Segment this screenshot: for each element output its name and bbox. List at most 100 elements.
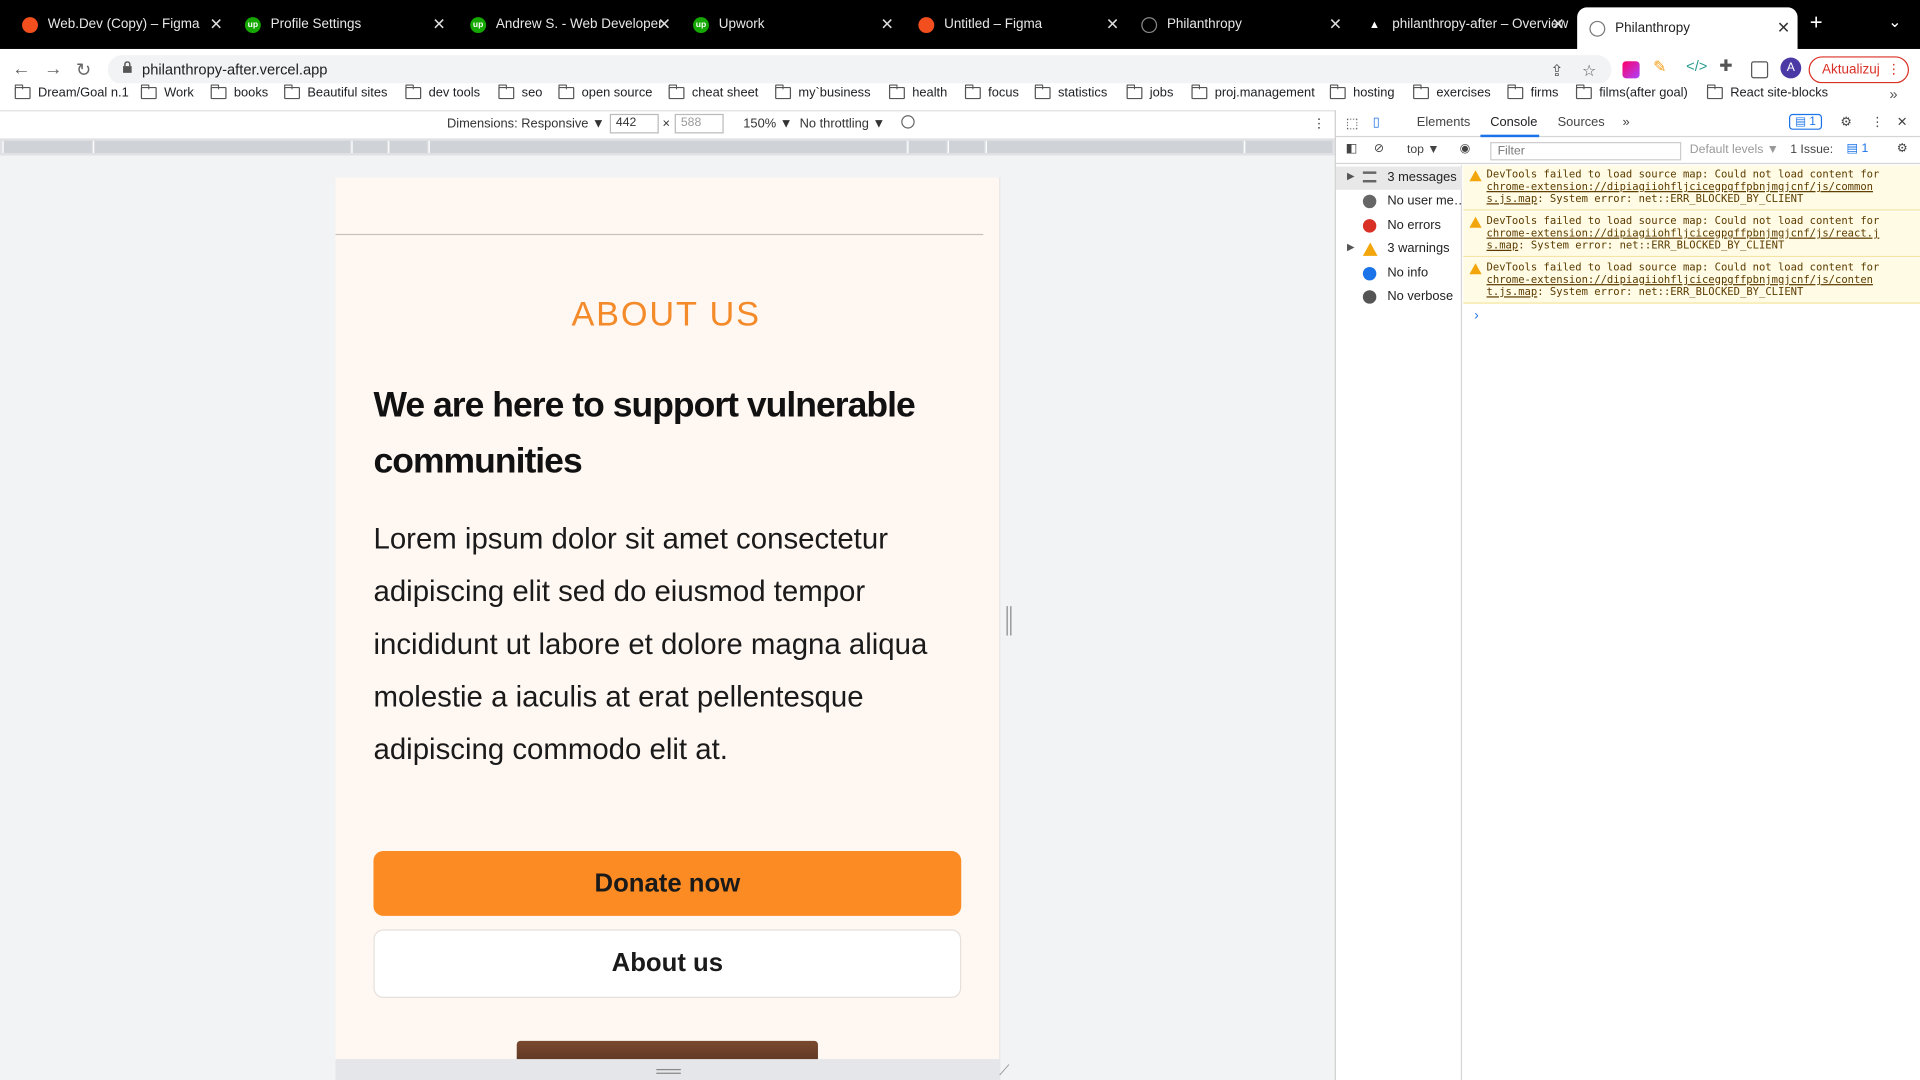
- tab-philanthropy-1[interactable]: Philanthropy ✕: [1129, 9, 1349, 41]
- context-dropdown[interactable]: top ▼: [1407, 143, 1440, 156]
- gear-icon[interactable]: ⚙: [1897, 142, 1908, 155]
- media-query-segment[interactable]: [93, 140, 351, 154]
- tab-andrew-upwork[interactable]: up Andrew S. - Web Developer ✕: [458, 9, 678, 41]
- inspect-icon[interactable]: ⬚: [1346, 115, 1359, 131]
- media-query-segment[interactable]: [985, 140, 1243, 154]
- bookmark-folder[interactable]: Work: [140, 84, 194, 100]
- eye-icon[interactable]: ◉: [1460, 142, 1471, 155]
- more-bookmarks-icon[interactable]: »: [1889, 86, 1897, 103]
- avatar[interactable]: A: [1780, 57, 1802, 79]
- media-query-segment[interactable]: [1244, 140, 1333, 154]
- tab-sources[interactable]: Sources: [1558, 115, 1605, 130]
- close-icon[interactable]: ✕: [1777, 18, 1790, 38]
- share-icon[interactable]: ⇪: [1550, 61, 1563, 81]
- forward-button[interactable]: →: [44, 59, 62, 80]
- extension-icon[interactable]: [1622, 61, 1640, 79]
- bookmark-folder[interactable]: Dream/Goal n.1: [14, 84, 129, 100]
- media-query-segment[interactable]: [907, 140, 947, 154]
- media-query-segment[interactable]: [947, 140, 985, 154]
- about-us-button[interactable]: About us: [373, 929, 962, 998]
- issue-count-badge[interactable]: ▤ 1: [1847, 142, 1869, 155]
- device-toggle-icon[interactable]: ▯: [1373, 115, 1380, 130]
- bookmark-folder[interactable]: hosting: [1329, 84, 1395, 100]
- close-icon[interactable]: ✕: [881, 15, 894, 35]
- bookmark-folder[interactable]: health: [888, 84, 947, 100]
- tab-vercel-overview[interactable]: ▲ philanthropy-after – Overview ✕: [1354, 9, 1572, 41]
- bookmark-folder[interactable]: exercises: [1413, 84, 1491, 100]
- kebab-menu-icon[interactable]: ⋮: [1313, 116, 1326, 131]
- bookmark-folder[interactable]: my`business: [775, 84, 871, 100]
- tab-untitled-figma[interactable]: Untitled – Figma ✕: [906, 9, 1126, 41]
- tab-profile-settings[interactable]: up Profile Settings ✕: [233, 9, 453, 41]
- filter-input[interactable]: Filter: [1490, 142, 1682, 161]
- bookmark-folder[interactable]: firms: [1507, 84, 1558, 100]
- close-icon[interactable]: ✕: [1552, 15, 1565, 35]
- bookmark-folder[interactable]: statistics: [1034, 84, 1107, 100]
- bookmark-folder[interactable]: focus: [964, 84, 1019, 100]
- back-button[interactable]: ←: [12, 59, 30, 80]
- close-icon[interactable]: ✕: [1329, 15, 1342, 35]
- bookmark-folder[interactable]: open source: [558, 84, 652, 100]
- log-levels-dropdown[interactable]: Default levels ▼: [1690, 143, 1779, 156]
- donate-button[interactable]: Donate now: [373, 851, 962, 916]
- resize-handle-right[interactable]: [1006, 606, 1012, 636]
- bookmark-folder[interactable]: Beautiful sites: [284, 84, 387, 100]
- tab-elements[interactable]: Elements: [1417, 115, 1471, 130]
- close-icon[interactable]: ✕: [1106, 15, 1119, 35]
- gear-icon[interactable]: ⚙: [1840, 115, 1852, 130]
- kebab-menu-icon[interactable]: ⋮: [1871, 115, 1884, 130]
- sidebar-item-info[interactable]: No info: [1336, 262, 1462, 285]
- side-panel-icon[interactable]: [1751, 61, 1769, 79]
- resize-handle-bottom[interactable]: [656, 1068, 681, 1074]
- width-input[interactable]: 442: [609, 113, 659, 134]
- height-input[interactable]: 588: [674, 113, 724, 134]
- bookmark-folder[interactable]: cheat sheet: [668, 84, 758, 100]
- tab-philanthropy-active[interactable]: Philanthropy ✕: [1577, 7, 1798, 49]
- update-button[interactable]: Aktualizuj ⋮: [1808, 56, 1909, 84]
- bookmark-folder[interactable]: films(after goal): [1575, 84, 1688, 100]
- resize-corner-icon[interactable]: ⟋: [999, 1062, 1009, 1080]
- sidebar-item-user-messages[interactable]: No user me…: [1336, 190, 1467, 213]
- rotate-icon[interactable]: [901, 115, 915, 129]
- tab-webdev-figma[interactable]: Web.Dev (Copy) – Figma ✕: [10, 9, 230, 41]
- close-icon[interactable]: ✕: [432, 15, 445, 35]
- expand-arrow-icon[interactable]: ▶: [1347, 241, 1355, 252]
- kebab-menu-icon[interactable]: ⋮: [1887, 61, 1900, 77]
- console-prompt[interactable]: ›: [1474, 309, 1478, 324]
- sidebar-item-warnings[interactable]: ▶ 3 warnings: [1336, 238, 1462, 261]
- dimensions-dropdown[interactable]: Dimensions: Responsive ▼: [447, 116, 605, 131]
- bookmark-folder[interactable]: React site-blocks: [1706, 84, 1828, 100]
- close-icon[interactable]: ✕: [210, 15, 223, 35]
- bookmark-folder[interactable]: seo: [498, 84, 542, 100]
- media-query-segment[interactable]: [351, 140, 387, 154]
- expand-arrow-icon[interactable]: ▶: [1347, 170, 1355, 181]
- sidebar-item-verbose[interactable]: No verbose: [1336, 285, 1462, 308]
- issues-badge[interactable]: ▤ 1: [1788, 113, 1822, 130]
- address-bar[interactable]: philanthropy-after.vercel.app ⇪ ☆: [107, 55, 1612, 85]
- media-query-segment[interactable]: [388, 140, 428, 154]
- bookmark-folder[interactable]: proj.management: [1191, 84, 1315, 100]
- clear-console-icon[interactable]: ⊘: [1374, 142, 1384, 155]
- bookmark-folder[interactable]: jobs: [1126, 84, 1173, 100]
- tab-console[interactable]: Console: [1490, 115, 1537, 130]
- issue-label[interactable]: 1 Issue:: [1790, 143, 1833, 156]
- close-icon[interactable]: ✕: [1897, 115, 1908, 130]
- reload-button[interactable]: ↻: [76, 59, 91, 81]
- sidebar-toggle-icon[interactable]: ◧: [1346, 142, 1358, 155]
- sidebar-item-errors[interactable]: No errors: [1336, 214, 1462, 237]
- chevron-down-icon[interactable]: ⌄: [1888, 12, 1901, 32]
- code-icon[interactable]: </>: [1686, 58, 1707, 75]
- close-icon[interactable]: ✕: [658, 15, 671, 35]
- sidebar-item-messages[interactable]: ▶ 3 messages: [1335, 166, 1463, 190]
- media-query-segment[interactable]: [428, 140, 907, 154]
- bookmark-folder[interactable]: dev tools: [405, 84, 480, 100]
- media-query-segment[interactable]: [2, 140, 92, 154]
- new-tab-button[interactable]: +: [1810, 10, 1823, 36]
- more-tabs-icon[interactable]: »: [1622, 115, 1629, 130]
- pencil-icon[interactable]: ✎: [1653, 58, 1670, 76]
- bookmark-star-icon[interactable]: ☆: [1582, 61, 1596, 81]
- throttling-dropdown[interactable]: No throttling ▼: [800, 116, 886, 131]
- media-query-bar[interactable]: [0, 138, 1335, 156]
- bookmark-folder[interactable]: books: [210, 84, 268, 100]
- zoom-dropdown[interactable]: 150% ▼: [743, 116, 792, 131]
